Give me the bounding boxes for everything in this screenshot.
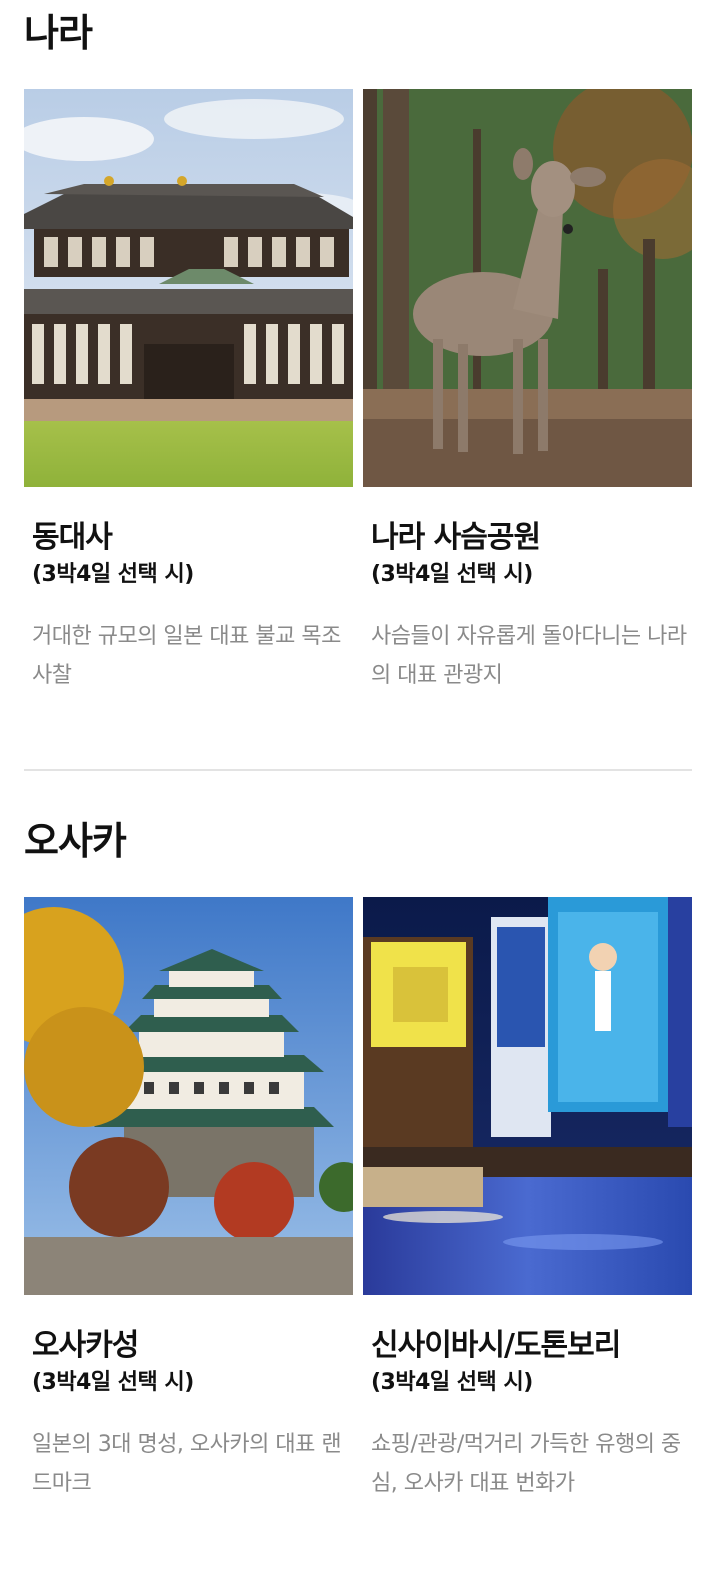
page: 나라 동대사 (3박4일 선택 시) 거대한 규모의 일본 대표 불교 목조 사… [0, 0, 724, 1573]
card-subtitle: (3박4일 선택 시) [32, 1370, 194, 1395]
attraction-card-deer-park[interactable]: 나라 사슴공원 (3박4일 선택 시) 사슴들이 자유롭게 돌아다니는 나라의 … [363, 89, 692, 688]
attraction-card-todaiji[interactable]: 동대사 (3박4일 선택 시) 거대한 규모의 일본 대표 불교 목조 사찰 [24, 89, 353, 688]
card-title: 동대사 [32, 520, 113, 555]
osaka-castle-photo [24, 897, 353, 1295]
card-subtitle: (3박4일 선택 시) [371, 1370, 533, 1395]
section-title: 오사카 [24, 819, 127, 863]
card-title: 나라 사슴공원 [371, 520, 541, 555]
card-subtitle: (3박4일 선택 시) [32, 562, 194, 587]
todaiji-temple-photo [24, 89, 353, 487]
card-description: 일본의 3대 명성, 오사카의 대표 랜드마크 [32, 1432, 342, 1496]
card-subtitle: (3박4일 선택 시) [371, 562, 533, 587]
section-title: 나라 [24, 11, 93, 55]
card-title: 오사카성 [32, 1328, 139, 1363]
card-description: 사슴들이 자유롭게 돌아다니는 나라의 대표 관광지 [371, 624, 687, 688]
card-description: 거대한 규모의 일본 대표 불교 목조 사찰 [32, 624, 341, 688]
card-list: 오사카성 (3박4일 선택 시) 일본의 3대 명성, 오사카의 대표 랜드마크 [24, 897, 692, 1507]
dotonbori-photo [363, 897, 692, 1295]
card-title: 신사이바시/도톤보리 [371, 1328, 621, 1363]
card-list: 동대사 (3박4일 선택 시) 거대한 규모의 일본 대표 불교 목조 사찰 나… [24, 89, 692, 699]
card-description: 쇼핑/관광/먹거리 가득한 유행의 중심, 오사카 대표 번화가 [371, 1432, 681, 1496]
attraction-card-dotonbori[interactable]: 신사이바시/도톤보리 (3박4일 선택 시) 쇼핑/관광/먹거리 가득한 유행의… [363, 897, 692, 1496]
nara-deer-park-photo [363, 89, 692, 487]
section-divider [24, 769, 692, 771]
attraction-card-osaka-castle[interactable]: 오사카성 (3박4일 선택 시) 일본의 3대 명성, 오사카의 대표 랜드마크 [24, 897, 353, 1496]
